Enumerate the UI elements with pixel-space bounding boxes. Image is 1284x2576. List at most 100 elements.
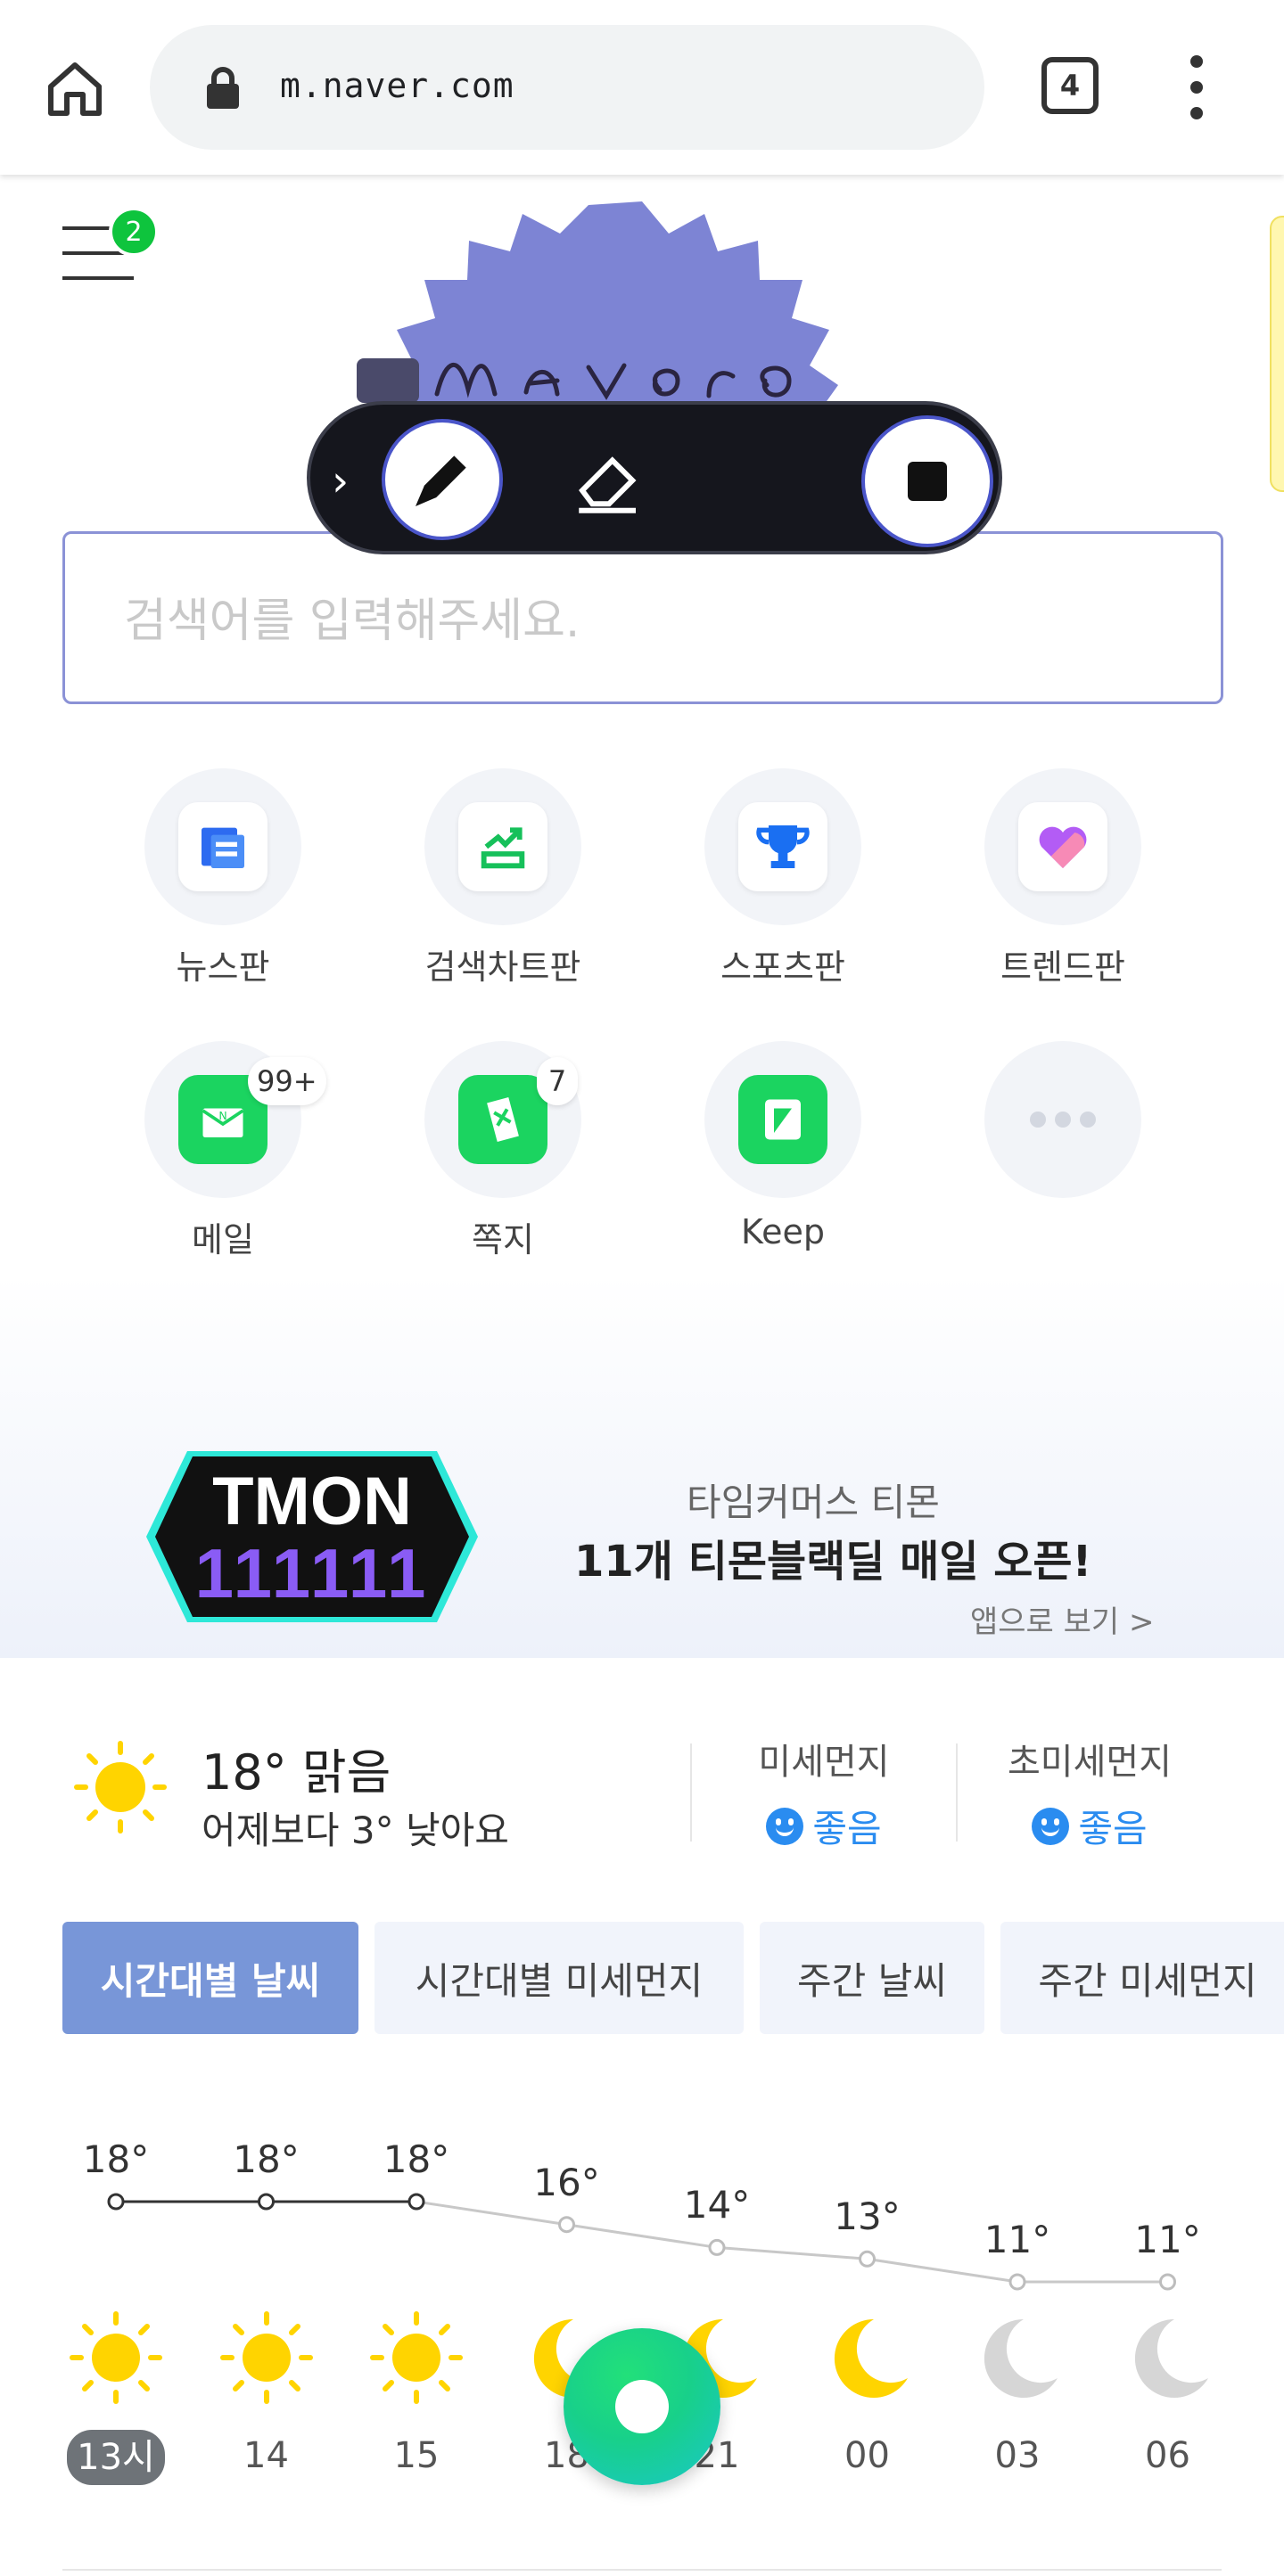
pen-tool-button[interactable] [382,419,503,540]
tab-weekly-weather[interactable]: 주간 날씨 [760,1922,984,2034]
svg-text:111111: 111111 [195,1534,430,1612]
banner-subtitle: 타임커머스 티몬 [687,1481,940,1524]
keep-icon [765,1099,801,1140]
svg-text:N: N [218,1109,226,1122]
temp-point [107,2193,125,2211]
hourly-time-label: 00 [844,2435,890,2476]
sun-icon [219,2311,313,2404]
temp-point [558,2216,575,2234]
cloudy-moon-icon [1134,2318,1208,2398]
url-text: m.naver.com [280,66,514,105]
lock-icon [207,67,239,109]
stop-button[interactable] [861,415,993,547]
hourly-temp-label: 14° [683,2183,751,2227]
tab-hourly-dust[interactable]: 시간대별 미세먼지 [374,1922,744,2034]
fine-dust-value: 좋음 [812,1807,882,1850]
svg-text:TMON: TMON [212,1464,412,1539]
chevron-right-icon[interactable]: › [332,456,349,506]
note-count-badge: 7 [537,1057,578,1105]
search-chart-icon [481,827,525,869]
browser-toolbar: m.naver.com 4 [0,0,1284,175]
shortcut-label: 메일 [192,1220,254,1259]
note-icon [487,1097,519,1142]
smile-icon [766,1807,804,1845]
smile-icon [1032,1807,1070,1845]
hamburger-menu-button[interactable]: 2 [62,207,159,285]
banner-title: 11개 티몬블랙딜 매일 오픈! [574,1537,1092,1587]
shortcut-label: 검색차트판 [424,948,581,987]
temp-line-segment [566,2223,718,2249]
address-bar[interactable]: m.naver.com [150,25,984,150]
more-menu-icon[interactable] [1175,55,1218,119]
temp-line-segment [416,2200,567,2227]
current-weather: 18° 맑음 [202,1733,391,1803]
mail-count-badge: 99+ [248,1057,326,1105]
tab-switcher-button[interactable]: 4 [1041,57,1099,114]
promo-banner[interactable]: TMON 111111 타임커머스 티몬 11개 티몬블랙딜 매일 오픈! 앱으… [0,1275,1284,1658]
shortcut-news[interactable]: 뉴스판 [123,768,301,991]
green-dot-fab[interactable] [564,2328,720,2485]
shortcut-mail[interactable]: N 99+ 메일 [123,1041,326,1264]
ultrafine-dust-title: 초미세먼지 [1008,1742,1172,1783]
hourly-time-label: 15 [393,2435,440,2476]
eraser-icon [579,456,637,513]
ultrafine-dust-value: 좋음 [1078,1807,1148,1850]
hourly-time-label: 03 [994,2435,1041,2476]
shortcut-label: 쪽지 [472,1220,534,1259]
search-input[interactable] [124,586,1149,657]
stop-icon [908,462,947,501]
shortcut-search-chart[interactable]: 검색차트판 [403,768,581,991]
temp-point [258,2193,275,2211]
temp-line-segment [716,2245,868,2260]
shortcut-label: Keep [741,1212,825,1251]
shortcut-more[interactable] [963,1041,1141,1264]
ultrafine-dust[interactable]: 초미세먼지 좋음 [974,1733,1206,1853]
hourly-time-label: 06 [1145,2435,1190,2476]
current-condition: 맑음 [301,1744,391,1801]
heart-icon [1039,826,1087,868]
banner-app-link[interactable]: 앱으로 보기 > [970,1597,1155,1641]
shortcut-keep[interactable]: Keep [683,1041,861,1264]
fine-dust-title: 미세먼지 [758,1742,890,1783]
more-dots-icon [1030,1112,1096,1128]
pen-icon [416,455,466,506]
mail-icon: N [202,1108,244,1137]
temp-point [407,2193,425,2211]
shortcut-label: 트렌드판 [1000,948,1125,987]
temp-point [1159,2273,1176,2291]
temp-line-segment [867,2257,1018,2284]
sun-icon [74,1741,167,1834]
cloudy-moon-icon [984,2318,1058,2398]
hourly-time-label: 13시 [67,2430,165,2485]
current-temp: 18° [202,1744,287,1801]
hourly-temp-label: 11° [1134,2218,1201,2261]
hourly-time-label: 14 [243,2435,289,2476]
shortcut-label: 뉴스판 [176,948,270,987]
divider [690,1743,692,1842]
temp-point [859,2250,876,2268]
eraser-tool-button[interactable] [551,422,667,538]
news-icon [202,827,244,868]
sun-icon [370,2311,463,2404]
tab-weekly-dust[interactable]: 주간 미세먼지 [1000,1922,1284,2034]
side-panel-handle[interactable] [1270,216,1284,492]
divider [956,1743,958,1842]
drawing-toolbar: › [307,401,1002,554]
sun-icon [70,2311,162,2404]
hourly-temp-label: 16° [533,2160,600,2204]
hourly-temp-label: 18° [383,2137,450,2181]
search-box[interactable] [62,531,1223,704]
shortcut-note[interactable]: 7 쪽지 [403,1041,581,1264]
shortcut-label: 스포츠판 [720,948,845,987]
hourly-temp-label: 18° [233,2137,300,2181]
tab-hourly-weather[interactable]: 시간대별 날씨 [62,1922,358,2034]
shortcut-sports[interactable]: 스포츠판 [683,768,861,991]
fine-dust[interactable]: 미세먼지 좋음 [708,1733,940,1853]
divider [62,2569,1222,2571]
temp-point [708,2238,726,2256]
moon-icon [834,2318,908,2398]
home-icon[interactable] [36,50,114,128]
hourly-temp-label: 18° [82,2137,150,2181]
trophy-icon [756,825,810,868]
shortcut-trend[interactable]: 트렌드판 [963,768,1141,991]
